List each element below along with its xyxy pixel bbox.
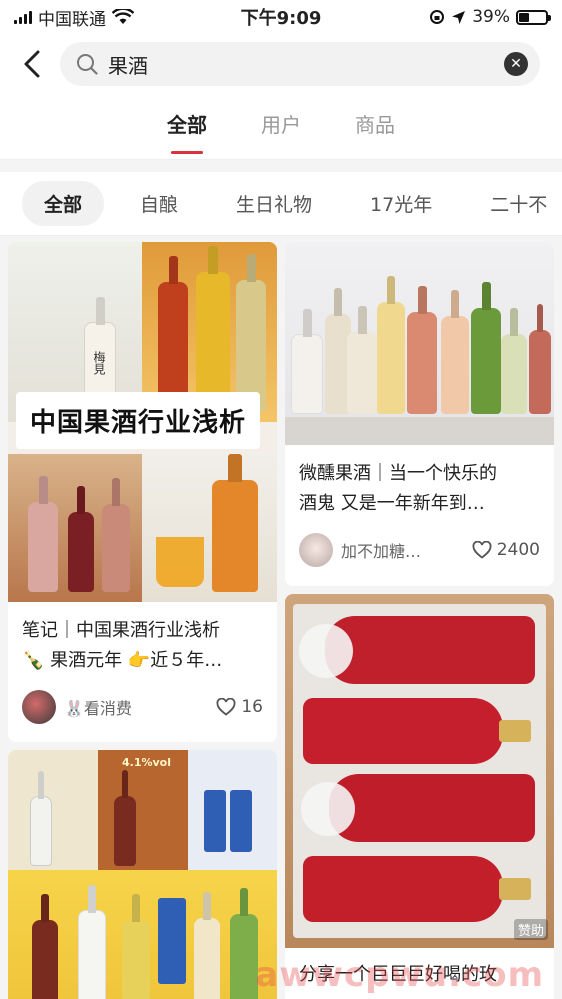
search-query: 果酒 [108, 53, 148, 78]
search-bar-row: 果酒 ✕ [0, 34, 562, 94]
chevron-left-icon [24, 50, 40, 78]
lock-rotation-icon [430, 10, 445, 24]
note-cover-image: 赞助 [285, 594, 554, 948]
note-card[interactable]: 微醺果酒｜当一个快乐的 酒鬼 又是一年新年到… 加不加糖… 2400 [285, 242, 554, 586]
battery-icon [516, 9, 551, 25]
tab-all[interactable]: 全部 [167, 109, 207, 154]
signal-icon [14, 10, 32, 24]
note-meta: 🐰看消费 16 [8, 690, 277, 724]
note-cover-image: 梅見 中国果酒行业浅析 [8, 242, 277, 602]
sponsored-badge: 赞助 [513, 919, 548, 940]
note-cover-image: 4.1%vol [8, 750, 277, 999]
carrier-label: 中国联通 [38, 9, 106, 30]
result-type-tabs: 全部 用户 商品 [0, 94, 562, 160]
status-bar: 中国联通 下午9:09 39% [0, 0, 562, 34]
author-name[interactable]: 加不加糖… [341, 538, 472, 562]
like-count: 2400 [496, 540, 540, 560]
note-cover-image [285, 242, 554, 445]
like-button[interactable]: 16 [216, 697, 263, 717]
bottle-label: 梅見 [92, 351, 106, 375]
chip-homebrew[interactable]: 自酿 [118, 181, 200, 226]
search-icon [77, 54, 98, 75]
chip-birthday-gift[interactable]: 生日礼物 [214, 181, 334, 226]
heart-icon [472, 541, 492, 559]
filter-chips: 全部 自酿 生日礼物 17光年 二十不 [0, 172, 562, 236]
avatar[interactable] [22, 690, 56, 724]
like-button[interactable]: 2400 [472, 540, 540, 560]
note-title-line1: 笔记｜中国果酒行业浅析 [22, 620, 220, 641]
location-icon [452, 10, 466, 24]
like-count: 16 [241, 697, 263, 717]
clock: 下午9:09 [240, 8, 322, 29]
note-title: 微醺果酒｜当一个快乐的 酒鬼 又是一年新年到… [285, 459, 554, 519]
chip-all[interactable]: 全部 [22, 181, 105, 226]
note-meta: 加不加糖… 2400 [285, 533, 554, 567]
chip-17-light-year[interactable]: 17光年 [348, 181, 454, 226]
note-title-line1: 微醺果酒｜当一个快乐的 [299, 463, 497, 484]
avatar[interactable] [299, 533, 333, 567]
battery-percent: 39% [472, 7, 510, 27]
close-icon: ✕ [510, 56, 522, 72]
cover-title: 中国果酒行业浅析 [16, 392, 261, 449]
note-card[interactable]: 梅見 中国果酒行业浅析 笔记｜中国果酒行业浅析 🍾 果酒元年 👉近５年… 🐰看消… [8, 242, 277, 742]
watermark: awwcpwu.com [255, 955, 544, 995]
results-feed: 梅見 中国果酒行业浅析 笔记｜中国果酒行业浅析 🍾 果酒元年 👉近５年… 🐰看消… [0, 240, 562, 999]
note-card[interactable]: 4.1%vol [8, 750, 277, 999]
back-button[interactable] [14, 46, 50, 82]
note-title: 笔记｜中国果酒行业浅析 🍾 果酒元年 👉近５年… [8, 616, 277, 676]
tab-products[interactable]: 商品 [355, 109, 395, 144]
chip-twenty[interactable]: 二十不 [468, 181, 562, 226]
sponsored-note-card[interactable]: 赞助 分享一个巨巨巨好喝的玫 [285, 594, 554, 999]
clear-search-button[interactable]: ✕ [504, 52, 528, 76]
heart-icon [216, 698, 236, 716]
note-title-line2: 🍾 果酒元年 👉近５年… [22, 650, 223, 671]
author-name[interactable]: 🐰看消费 [64, 695, 216, 719]
note-title-line2: 酒鬼 又是一年新年到… [299, 493, 485, 514]
tab-users[interactable]: 用户 [261, 109, 301, 144]
wifi-icon [112, 9, 134, 24]
search-input[interactable]: 果酒 ✕ [60, 42, 540, 86]
abv-badge: 4.1%vol [122, 756, 172, 769]
